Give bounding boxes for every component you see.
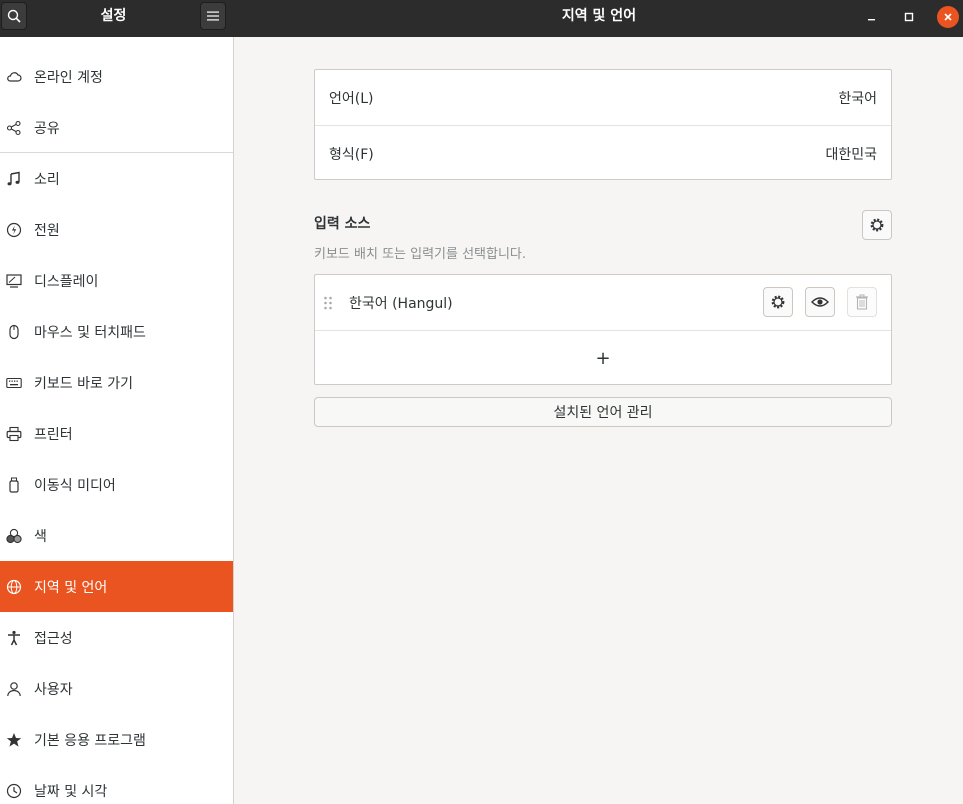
sidebar-item-label: 지역 및 언어	[34, 579, 108, 596]
removable-media-icon	[6, 477, 22, 493]
headerbar: 설정 지역 및 언어	[0, 0, 963, 37]
sidebar-item-sharing[interactable]: 공유	[0, 102, 233, 153]
input-source-label: 한국어 (Hangul)	[349, 295, 453, 312]
input-sources-list: 한국어 (Hangul) +	[314, 274, 892, 385]
drag-handle-icon[interactable]	[323, 295, 333, 311]
settings-title: 설정	[100, 8, 127, 24]
main-panel: 언어(L) 한국어 형식(F) 대한민국 입력 소스 키보드 배치 또는 입력기…	[235, 37, 963, 804]
trash-icon	[856, 294, 868, 310]
sidebar-item-keyboard-shortcuts[interactable]: 키보드 바로 가기	[0, 357, 233, 408]
sidebar-item-label: 전원	[34, 222, 60, 239]
maximize-button[interactable]	[898, 6, 920, 28]
sidebar-item-users[interactable]: 사용자	[0, 663, 233, 714]
sidebar-item-sound[interactable]: 소리	[0, 153, 233, 204]
accessibility-icon	[6, 630, 22, 646]
input-source-preview-button[interactable]	[805, 287, 835, 317]
sidebar-item-default-applications[interactable]: 기본 응용 프로그램	[0, 714, 233, 765]
star-icon	[6, 732, 22, 748]
printer-icon	[6, 426, 22, 442]
sidebar: 온라인 계정 공유 소리 전원 디스플레이 마우스 및 터치패드 키보드 바로 …	[0, 37, 234, 804]
maximize-icon	[904, 12, 914, 22]
sidebar-item-label: 온라인 계정	[34, 69, 103, 86]
add-icon: +	[595, 348, 611, 369]
sidebar-item-label: 마우스 및 터치패드	[34, 324, 146, 341]
close-button[interactable]	[937, 6, 959, 28]
globe-icon	[6, 579, 22, 595]
sidebar-item-color[interactable]: 색	[0, 510, 233, 561]
sidebar-item-display[interactable]: 디스플레이	[0, 255, 233, 306]
input-sources-title: 입력 소스	[314, 216, 371, 232]
manage-installed-languages-button[interactable]: 설치된 언어 관리	[314, 397, 892, 427]
color-icon	[6, 528, 22, 544]
clock-icon	[6, 783, 22, 799]
sidebar-item-label: 키보드 바로 가기	[34, 375, 134, 392]
gear-icon	[771, 295, 785, 309]
cloud-icon	[6, 69, 22, 85]
sidebar-item-accessibility[interactable]: 접근성	[0, 612, 233, 663]
sidebar-item-label: 사용자	[34, 681, 73, 698]
menu-button[interactable]	[200, 2, 226, 30]
minimize-button[interactable]	[861, 6, 883, 28]
mouse-icon	[6, 324, 22, 340]
formats-row[interactable]: 형식(F) 대한민국	[315, 126, 891, 181]
sidebar-item-mouse-touchpad[interactable]: 마우스 및 터치패드	[0, 306, 233, 357]
eye-icon	[811, 297, 829, 307]
language-label: 언어(L)	[329, 90, 374, 107]
keyboard-icon	[6, 375, 22, 391]
share-icon	[6, 120, 22, 136]
gear-icon	[870, 218, 884, 232]
sidebar-item-label: 디스플레이	[34, 273, 99, 290]
input-sources-subtitle: 키보드 배치 또는 입력기를 선택합니다.	[314, 247, 527, 262]
sidebar-item-online-accounts[interactable]: 온라인 계정	[0, 51, 233, 102]
add-input-source-button[interactable]: +	[315, 331, 891, 386]
page-title: 지역 및 언어	[561, 8, 637, 24]
power-icon	[6, 222, 22, 238]
sidebar-item-label: 공유	[34, 120, 60, 137]
sidebar-item-label: 이동식 미디어	[34, 477, 116, 494]
sidebar-item-label: 접근성	[34, 630, 73, 647]
sidebar-item-printers[interactable]: 프린터	[0, 408, 233, 459]
language-formats-card: 언어(L) 한국어 형식(F) 대한민국	[314, 69, 892, 180]
sidebar-item-label: 소리	[34, 171, 60, 188]
close-icon	[944, 13, 952, 21]
sidebar-item-label: 색	[34, 528, 47, 545]
music-note-icon	[6, 171, 22, 187]
input-source-remove-button[interactable]	[847, 287, 877, 317]
language-row[interactable]: 언어(L) 한국어	[315, 70, 891, 125]
sidebar-item-power[interactable]: 전원	[0, 204, 233, 255]
sidebar-item-label: 기본 응용 프로그램	[34, 732, 146, 749]
formats-value: 대한민국	[825, 146, 877, 163]
language-value: 한국어	[838, 90, 877, 107]
display-icon	[6, 273, 22, 289]
user-icon	[6, 681, 22, 697]
formats-label: 형식(F)	[329, 146, 374, 163]
minimize-icon	[868, 19, 875, 21]
input-source-settings-button[interactable]	[763, 287, 793, 317]
hamburger-icon	[207, 11, 219, 21]
input-sources-options-button[interactable]	[862, 210, 892, 240]
sidebar-item-date-time[interactable]: 날짜 및 시각	[0, 765, 233, 804]
sidebar-item-label: 날짜 및 시각	[34, 783, 108, 800]
sidebar-item-label: 프린터	[34, 426, 73, 443]
sidebar-item-removable-media[interactable]: 이동식 미디어	[0, 459, 233, 510]
sidebar-item-region-language[interactable]: 지역 및 언어	[0, 561, 233, 612]
